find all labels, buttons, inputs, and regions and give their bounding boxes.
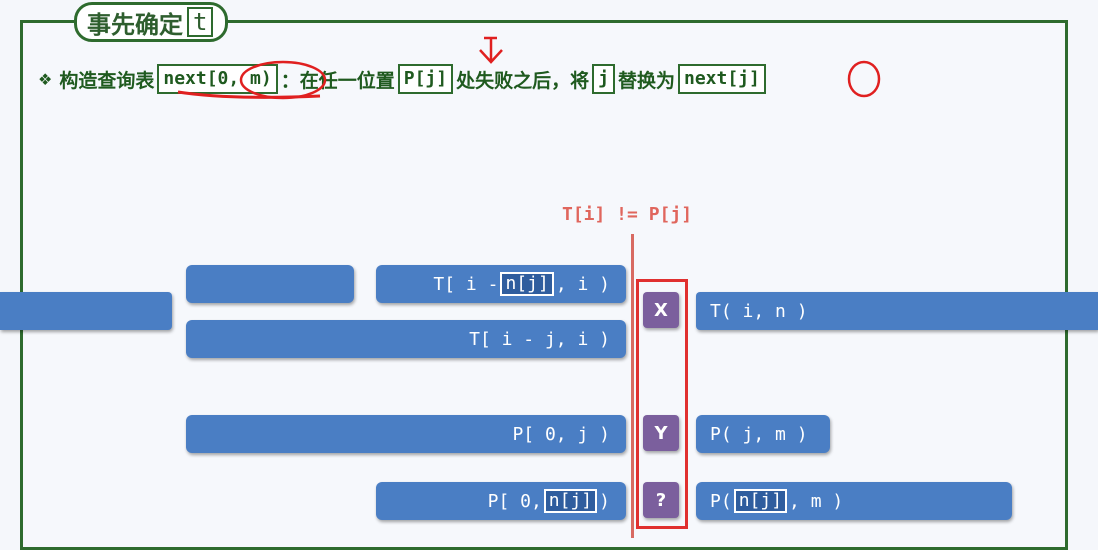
n-j-box: n[j]: [543, 489, 598, 513]
text-bar-left-stub: [0, 292, 172, 330]
title-variable: t: [187, 7, 214, 37]
pattern-bar-prefix: P[ 0, j ): [186, 415, 626, 453]
text-suffix-label: T[ i - j, i ): [469, 328, 610, 350]
subtitle-text-3: 处失败之后，将: [456, 69, 590, 92]
shifted-pattern-bar-rest: P( n[j], m ): [696, 482, 1012, 520]
shifted-rest-post: , m ): [789, 490, 844, 512]
next-j-box: next[j]: [677, 64, 766, 94]
text-rest-label: T( i, n ): [710, 300, 808, 322]
shifted-prefix-pre: P[ 0,: [487, 490, 542, 512]
shifted-rest-pre: P(: [710, 490, 732, 512]
pattern-bar-rest: P( j, m ): [696, 415, 830, 453]
subtitle-text-1: 构造查询表: [59, 69, 155, 92]
pattern-rest-label: P( j, m ): [710, 423, 808, 445]
text-suffix-post: , i ): [555, 273, 610, 295]
text-bar-suffix: T[ i - j, i ): [186, 320, 626, 358]
n-j-box: n[j]: [500, 272, 554, 296]
mismatch-label: T[i] != P[j]: [562, 204, 693, 225]
subtitle-text-2: ：在任一位置: [280, 69, 395, 92]
pj-box: P[j]: [397, 64, 454, 94]
slide-title: 事先确定 t: [74, 2, 229, 42]
subtitle-line: ❖ 构造查询表 next[0, m) ：在任一位置 P[j] 处失败之后，将 j…: [38, 62, 766, 96]
subtitle-text-4: 替换为: [617, 69, 675, 92]
pattern-prefix-label: P[ 0, j ): [512, 423, 610, 445]
shifted-prefix-post: ): [599, 490, 610, 512]
title-text: 事先确定: [87, 10, 183, 39]
mismatch-line: [631, 234, 634, 538]
bullet-icon: ❖: [38, 69, 53, 89]
mismatch-highlight-box: [636, 279, 688, 529]
text-bar-new-suffix: T[ i - n[j], i ): [376, 265, 626, 303]
text-suffix-pre: T[ i -: [433, 273, 499, 295]
shifted-pattern-bar-prefix: P[ 0, n[j] ): [376, 482, 626, 520]
text-bar-skipped: [186, 265, 354, 303]
text-bar-rest: T( i, n ): [696, 292, 1098, 330]
j-box: j: [592, 64, 615, 94]
next-table-box: next[0, m): [157, 64, 278, 94]
n-j-box: n[j]: [733, 489, 788, 513]
